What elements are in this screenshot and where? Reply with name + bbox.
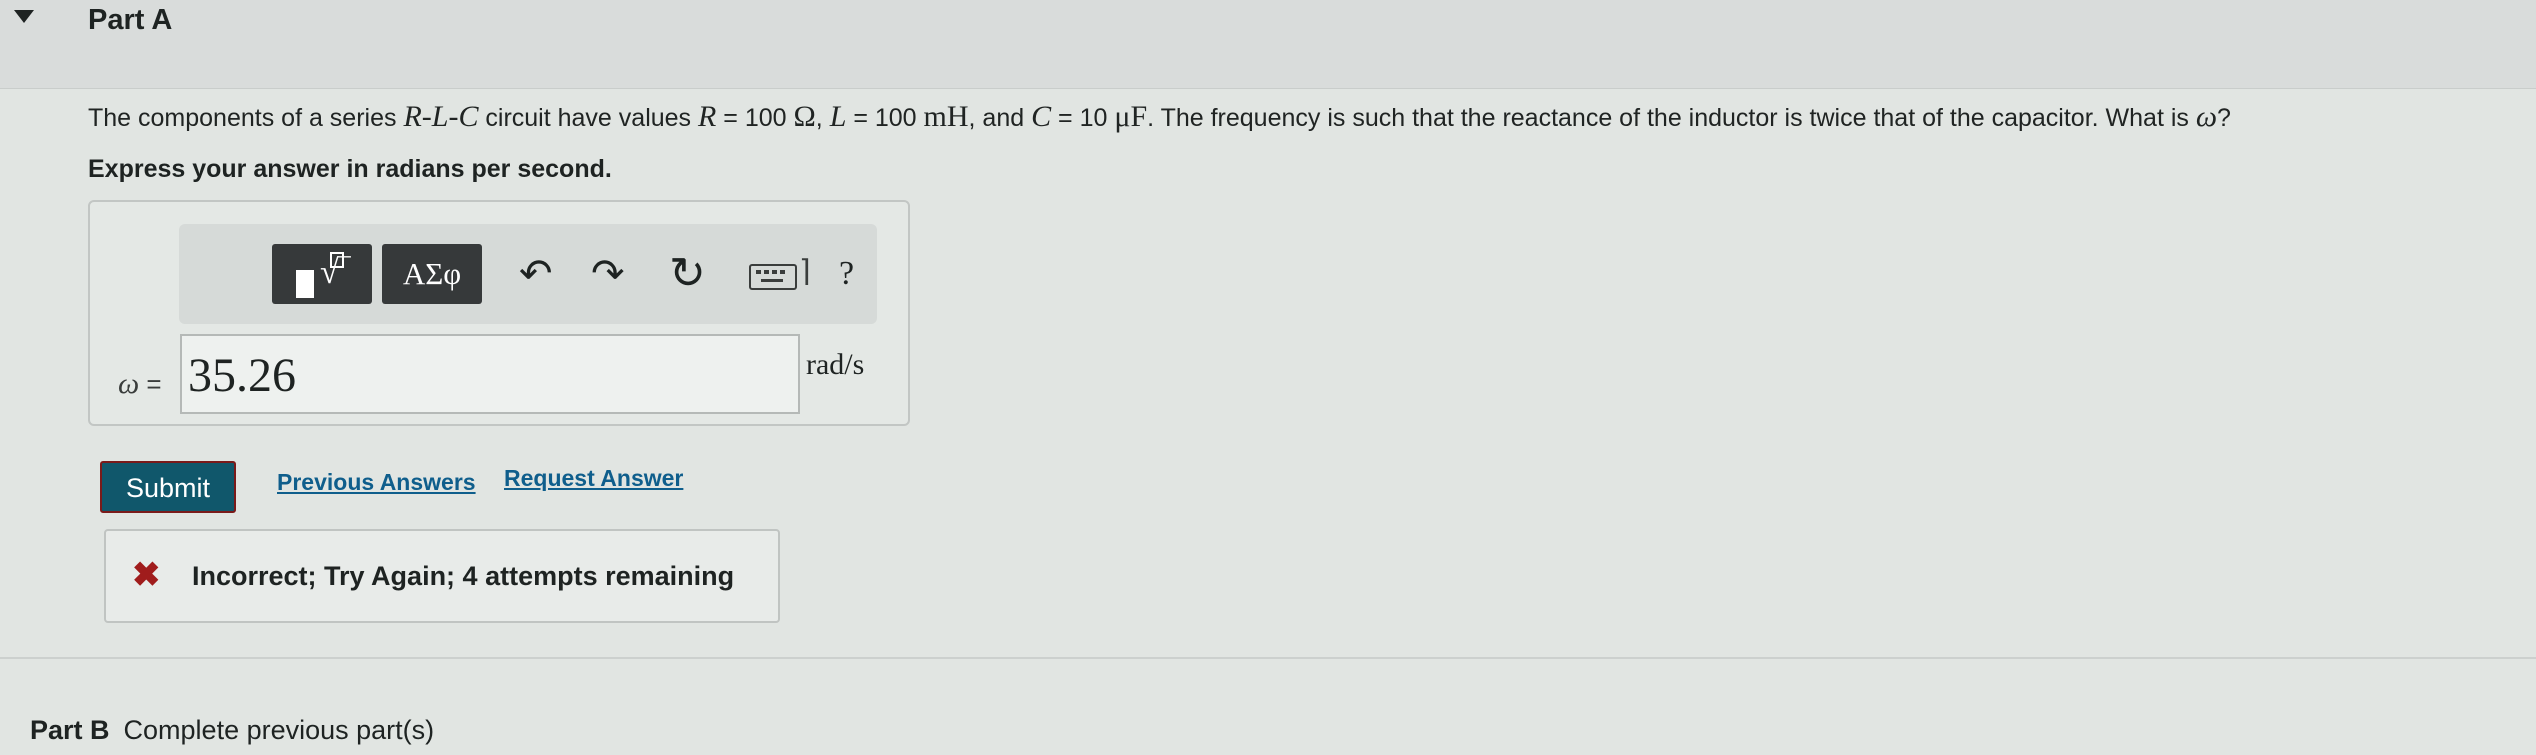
greek-symbols-button[interactable]: ΑΣφ (382, 244, 482, 304)
answer-units: rad/s (806, 348, 865, 381)
feedback-box: ✖ Incorrect; Try Again; 4 attempts remai… (104, 529, 780, 623)
question-text-2: circuit have values (478, 104, 698, 132)
question-unit-uf: μF (1114, 100, 1148, 133)
redo-icon[interactable]: ↷ (591, 248, 625, 300)
submit-button[interactable]: Submit (100, 461, 236, 513)
divider (0, 657, 2536, 659)
question-text-3: = 100 (716, 104, 794, 132)
templates-button[interactable]: √‾ (272, 244, 372, 304)
feedback-message: Incorrect; Try Again; 4 attempts remaini… (192, 561, 735, 591)
part-b-status: Complete previous part(s) (123, 715, 435, 745)
template-box-icon (330, 252, 344, 268)
previous-answers-link[interactable]: Previous Answers (277, 469, 476, 496)
question-text: The components of a series R-L-C circuit… (88, 100, 2231, 134)
part-b-header[interactable]: Part B Complete previous part(s) (30, 715, 434, 746)
part-b-title: Part B (30, 715, 110, 745)
answer-equals: = (139, 369, 162, 399)
question-unit-mh: mH (923, 100, 969, 133)
part-a-header[interactable]: Part A (0, 0, 2536, 89)
part-a-title: Part A (88, 4, 173, 36)
question-text-8: . The frequency is such that the reactan… (1147, 104, 2196, 132)
instruction-text: Express your answer in radians per secon… (88, 155, 612, 183)
question-text-4: , (815, 104, 830, 132)
question-text-1: The components of a series (88, 104, 404, 132)
keyboard-shortcut-icon[interactable]: ⌉ (799, 254, 811, 289)
answer-variable-label: ω = (118, 367, 162, 401)
question-text-7: = 10 (1051, 104, 1115, 132)
question-text-9: ? (2217, 104, 2231, 132)
template-square-icon (296, 270, 314, 298)
incorrect-x-icon: ✖ (132, 556, 161, 594)
keyboard-key (772, 270, 777, 274)
question-math-c: C (1031, 100, 1052, 133)
question-math-omega: ω (2195, 100, 2218, 133)
request-answer-link[interactable]: Request Answer (504, 465, 683, 492)
keyboard-key (756, 270, 761, 274)
answer-box: √‾ ΑΣφ ↶ ↷ ↻ ⌉ ? ω = 35.26 rad/s (88, 200, 910, 426)
reset-icon[interactable]: ↻ (669, 248, 706, 300)
keyboard-spacebar (761, 279, 783, 282)
question-unit-ohm: Ω (793, 100, 816, 133)
question-text-5: = 100 (846, 104, 924, 132)
math-toolbar: √‾ ΑΣφ ↶ ↷ ↻ ⌉ ? (179, 224, 877, 324)
undo-icon[interactable]: ↶ (519, 248, 553, 300)
keyboard-key (764, 270, 769, 274)
question-math-l: L (829, 100, 847, 133)
answer-variable: ω (118, 367, 140, 400)
collapse-arrow-icon[interactable] (14, 10, 34, 23)
keyboard-icon[interactable] (749, 264, 797, 290)
help-button[interactable]: ? (839, 248, 854, 300)
keyboard-key (780, 270, 785, 274)
question-text-6: , and (968, 104, 1032, 132)
answer-input[interactable]: 35.26 (180, 334, 800, 414)
question-math-rlc: R-L-C (403, 100, 479, 133)
question-math-r: R (698, 100, 717, 133)
